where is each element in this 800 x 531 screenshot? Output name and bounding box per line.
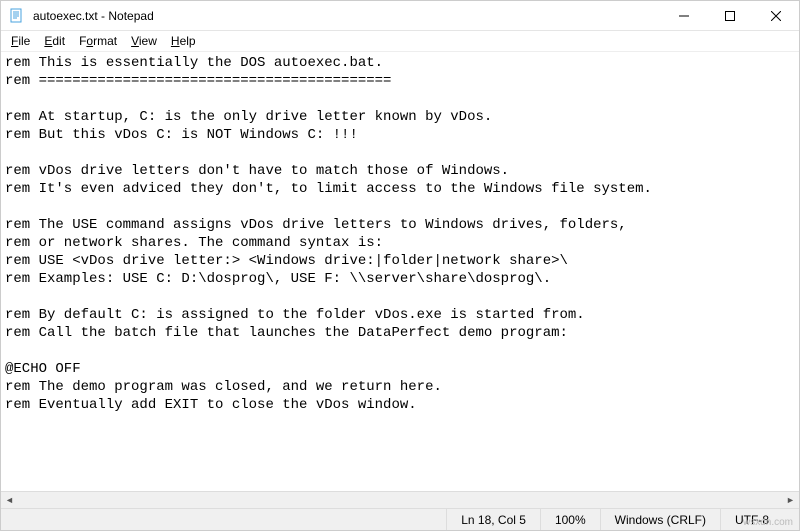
window-controls xyxy=(661,1,799,30)
editor-area: rem This is essentially the DOS autoexec… xyxy=(1,51,799,508)
scrollbar-track[interactable] xyxy=(18,492,782,508)
menu-edit[interactable]: Edit xyxy=(38,33,71,49)
chevron-right-icon[interactable]: ► xyxy=(782,492,799,509)
text-editor[interactable]: rem This is essentially the DOS autoexec… xyxy=(1,52,799,491)
status-encoding: UTF-8 xyxy=(721,509,799,530)
status-spacer xyxy=(1,509,447,530)
status-cursor-position: Ln 18, Col 5 xyxy=(447,509,541,530)
horizontal-scrollbar[interactable]: ◄ ► xyxy=(1,491,799,508)
menu-help[interactable]: Help xyxy=(165,33,202,49)
chevron-left-icon[interactable]: ◄ xyxy=(1,492,18,509)
status-bar: Ln 18, Col 5 100% Windows (CRLF) UTF-8 xyxy=(1,508,799,530)
maximize-button[interactable] xyxy=(707,1,753,30)
status-line-ending: Windows (CRLF) xyxy=(601,509,721,530)
title-bar: autoexec.txt - Notepad xyxy=(1,1,799,31)
notepad-icon xyxy=(9,8,25,24)
status-zoom: 100% xyxy=(541,509,601,530)
menu-view[interactable]: View xyxy=(125,33,163,49)
menu-bar: File Edit Format View Help xyxy=(1,31,799,51)
minimize-button[interactable] xyxy=(661,1,707,30)
menu-file[interactable]: File xyxy=(5,33,36,49)
menu-format[interactable]: Format xyxy=(73,33,123,49)
window-title: autoexec.txt - Notepad xyxy=(31,9,661,23)
close-button[interactable] xyxy=(753,1,799,30)
